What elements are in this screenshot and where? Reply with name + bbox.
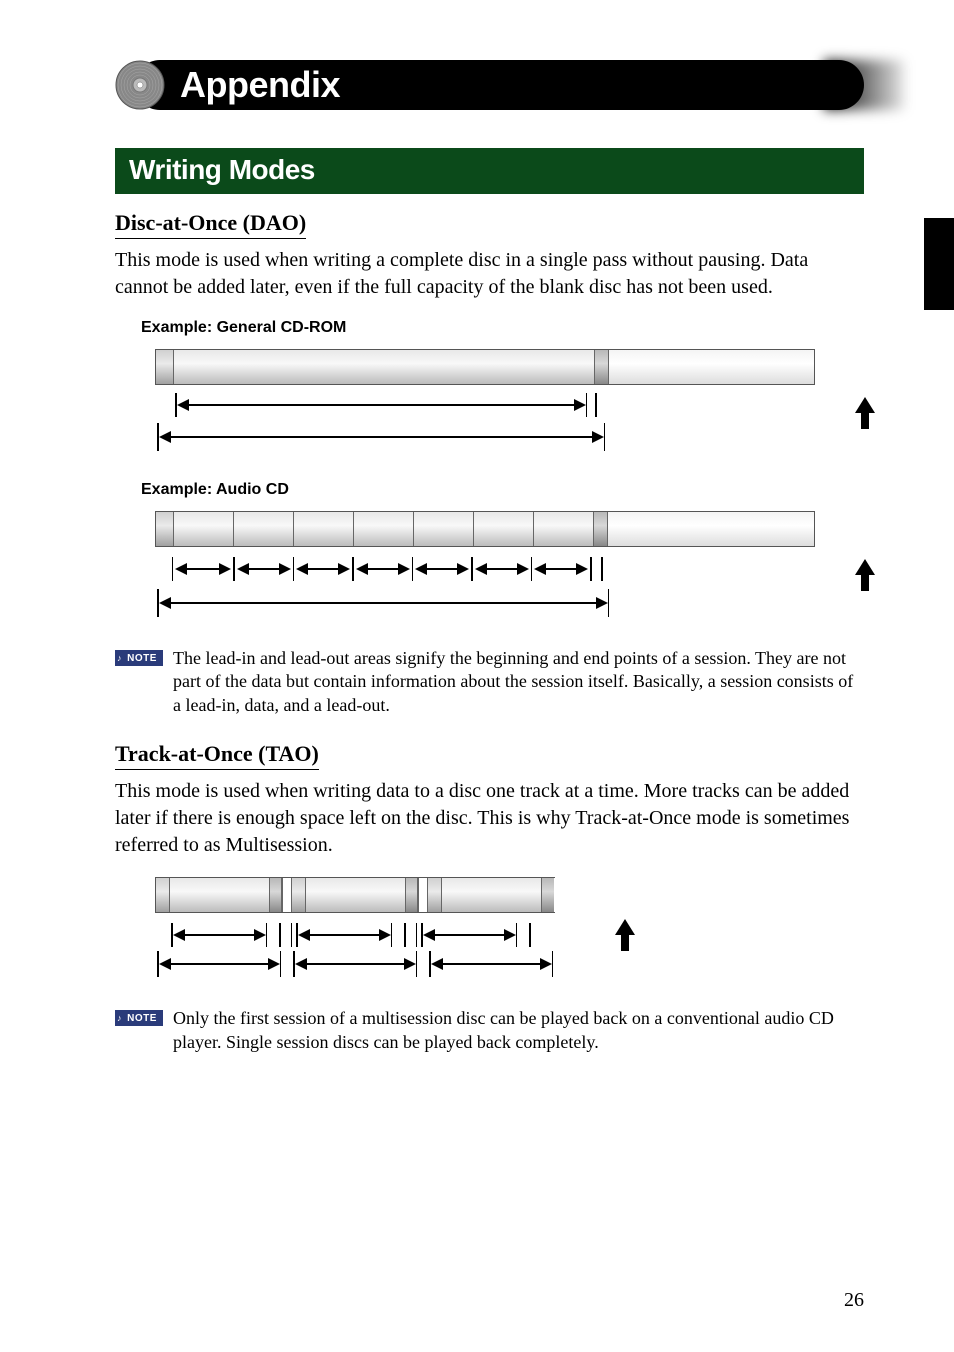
dao-note: NOTE The lead-in and lead-out areas sign… — [115, 647, 864, 717]
tao-body: This mode is used when writing data to a… — [115, 778, 864, 859]
dao-body: This mode is used when writing a complet… — [115, 247, 864, 301]
up-arrow-icon — [855, 397, 875, 429]
dao-note-text: The lead-in and lead-out areas signify t… — [173, 647, 864, 717]
diagram-audio-cd — [155, 511, 864, 617]
note-badge: NOTE — [115, 1010, 163, 1026]
note-badge: NOTE — [115, 650, 163, 666]
diagram-general-cdrom — [155, 349, 864, 451]
appendix-header: Appendix — [115, 60, 864, 110]
tao-note: NOTE Only the first session of a multise… — [115, 1007, 864, 1054]
appendix-title: Appendix — [180, 64, 340, 106]
dao-example1-label: Example: General CD-ROM — [141, 319, 864, 337]
section-title: Writing Modes — [129, 154, 315, 185]
disc-icon — [115, 60, 165, 110]
diagram-tao — [155, 877, 864, 977]
up-arrow-icon — [615, 919, 635, 951]
dao-heading: Disc-at-Once (DAO) — [115, 210, 306, 239]
up-arrow-icon — [855, 559, 875, 591]
tao-note-text: Only the first session of a multisession… — [173, 1007, 864, 1054]
tao-heading: Track-at-Once (TAO) — [115, 741, 319, 770]
page-number: 26 — [844, 1289, 864, 1312]
section-banner: Writing Modes — [115, 148, 864, 194]
page-tab — [924, 218, 954, 310]
dao-example2-label: Example: Audio CD — [141, 481, 864, 499]
